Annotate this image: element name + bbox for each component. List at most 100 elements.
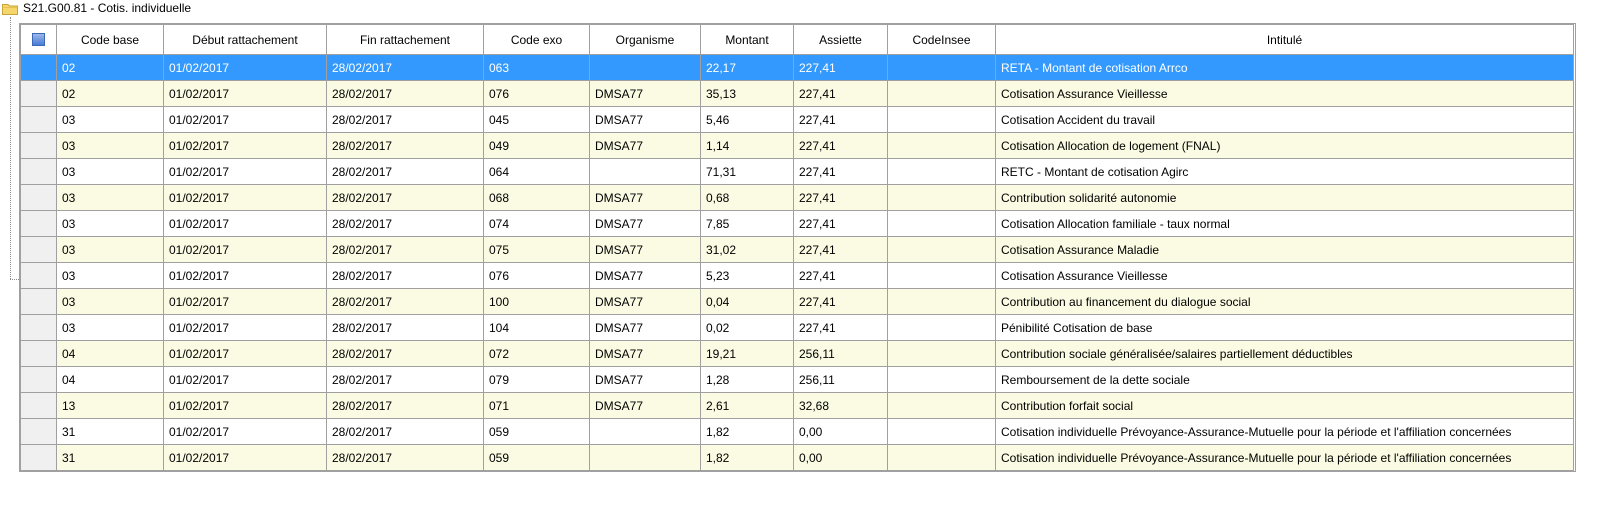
cell-code-base[interactable]: 02 — [56, 54, 164, 81]
cell-codeinsee[interactable] — [887, 262, 996, 289]
cell-debut-rattachement[interactable]: 01/02/2017 — [163, 262, 327, 289]
column-header-code-base[interactable]: Code base — [56, 24, 164, 55]
cell-intitule[interactable]: Remboursement de la dette sociale — [995, 366, 1574, 393]
cell-organisme[interactable] — [589, 418, 701, 445]
cell-codeinsee[interactable] — [887, 54, 996, 81]
cell-codeinsee[interactable] — [887, 106, 996, 133]
row-header[interactable] — [20, 106, 57, 133]
cell-debut-rattachement[interactable]: 01/02/2017 — [163, 392, 327, 419]
cell-code-base[interactable]: 31 — [56, 444, 164, 471]
cell-code-base[interactable]: 31 — [56, 418, 164, 445]
cell-montant[interactable]: 19,21 — [700, 340, 794, 367]
cell-codeinsee[interactable] — [887, 236, 996, 263]
column-header-fin-rattachement[interactable]: Fin rattachement — [326, 24, 484, 55]
cell-organisme[interactable]: DMSA77 — [589, 132, 701, 159]
cell-code-exo[interactable]: 079 — [483, 366, 590, 393]
cell-debut-rattachement[interactable]: 01/02/2017 — [163, 314, 327, 341]
cell-code-base[interactable]: 03 — [56, 236, 164, 263]
cell-code-exo[interactable]: 045 — [483, 106, 590, 133]
cell-fin-rattachement[interactable]: 28/02/2017 — [326, 210, 484, 237]
cell-assiette[interactable]: 227,41 — [793, 288, 888, 315]
cell-intitule[interactable]: Cotisation individuelle Prévoyance-Assur… — [995, 444, 1574, 471]
row-header[interactable] — [20, 340, 57, 367]
cell-fin-rattachement[interactable]: 28/02/2017 — [326, 80, 484, 107]
cell-assiette[interactable]: 227,41 — [793, 132, 888, 159]
table-row[interactable]: 03 01/02/2017 28/02/2017 064 71,31 227,41 RETC… — [20, 158, 1574, 185]
cell-assiette[interactable]: 227,41 — [793, 106, 888, 133]
cell-code-exo[interactable]: 059 — [483, 418, 590, 445]
cell-montant[interactable]: 31,02 — [700, 236, 794, 263]
cell-codeinsee[interactable] — [887, 132, 996, 159]
cell-assiette[interactable]: 227,41 — [793, 80, 888, 107]
row-header[interactable] — [20, 444, 57, 471]
cell-organisme[interactable] — [589, 444, 701, 471]
cell-assiette[interactable]: 227,41 — [793, 54, 888, 81]
cell-code-exo[interactable]: 072 — [483, 340, 590, 367]
cell-code-exo[interactable]: 076 — [483, 80, 590, 107]
cell-intitule[interactable]: Cotisation Allocation de logement (FNAL) — [995, 132, 1574, 159]
cell-organisme[interactable] — [589, 54, 701, 81]
cell-code-exo[interactable]: 063 — [483, 54, 590, 81]
table-row[interactable]: 31 01/02/2017 28/02/2017 059 1,82 0,00 Cotisat… — [20, 418, 1574, 445]
cell-code-exo[interactable]: 071 — [483, 392, 590, 419]
cell-code-base[interactable]: 02 — [56, 80, 164, 107]
cell-intitule[interactable]: RETC - Montant de cotisation Agirc — [995, 158, 1574, 185]
cell-montant[interactable]: 71,31 — [700, 158, 794, 185]
table-row[interactable]: 03 01/02/2017 28/02/2017 075 DMSA77 31,02 227,… — [20, 236, 1574, 263]
cell-montant[interactable]: 1,82 — [700, 418, 794, 445]
cell-assiette[interactable]: 227,41 — [793, 314, 888, 341]
cell-codeinsee[interactable] — [887, 288, 996, 315]
row-header[interactable] — [20, 210, 57, 237]
cell-intitule[interactable]: Contribution forfait social — [995, 392, 1574, 419]
cell-assiette[interactable]: 256,11 — [793, 340, 888, 367]
cell-code-exo[interactable]: 049 — [483, 132, 590, 159]
cell-montant[interactable]: 1,82 — [700, 444, 794, 471]
cell-code-exo[interactable]: 076 — [483, 262, 590, 289]
cell-fin-rattachement[interactable]: 28/02/2017 — [326, 132, 484, 159]
cell-assiette[interactable]: 227,41 — [793, 262, 888, 289]
table-row[interactable]: 03 01/02/2017 28/02/2017 045 DMSA77 5,46 227,4… — [20, 106, 1574, 133]
cell-montant[interactable]: 1,28 — [700, 366, 794, 393]
cell-debut-rattachement[interactable]: 01/02/2017 — [163, 80, 327, 107]
cell-code-exo[interactable]: 074 — [483, 210, 590, 237]
cell-debut-rattachement[interactable]: 01/02/2017 — [163, 184, 327, 211]
cell-fin-rattachement[interactable]: 28/02/2017 — [326, 106, 484, 133]
cell-assiette[interactable]: 227,41 — [793, 184, 888, 211]
cell-debut-rattachement[interactable]: 01/02/2017 — [163, 366, 327, 393]
cell-montant[interactable]: 5,23 — [700, 262, 794, 289]
select-all-corner[interactable] — [20, 24, 57, 55]
column-header-montant[interactable]: Montant — [700, 24, 794, 55]
column-header-intitule[interactable]: Intitulé — [995, 24, 1574, 55]
column-header-debut-rattachement[interactable]: Début rattachement — [163, 24, 327, 55]
cell-debut-rattachement[interactable]: 01/02/2017 — [163, 288, 327, 315]
row-header[interactable] — [20, 158, 57, 185]
table-row[interactable]: 03 01/02/2017 28/02/2017 104 DMSA77 0,02 227,4… — [20, 314, 1574, 341]
cell-organisme[interactable]: DMSA77 — [589, 288, 701, 315]
cell-organisme[interactable]: DMSA77 — [589, 366, 701, 393]
cell-organisme[interactable]: DMSA77 — [589, 314, 701, 341]
cell-codeinsee[interactable] — [887, 158, 996, 185]
cell-organisme[interactable]: DMSA77 — [589, 236, 701, 263]
table-row[interactable]: 03 01/02/2017 28/02/2017 049 DMSA77 1,14 227,4… — [20, 132, 1574, 159]
cell-codeinsee[interactable] — [887, 418, 996, 445]
cell-montant[interactable]: 0,68 — [700, 184, 794, 211]
cell-fin-rattachement[interactable]: 28/02/2017 — [326, 288, 484, 315]
tree-node[interactable]: S21.G00.81 - Cotis. individuelle — [2, 0, 191, 17]
cell-intitule[interactable]: Contribution sociale généralisée/salaire… — [995, 340, 1574, 367]
cell-organisme[interactable]: DMSA77 — [589, 262, 701, 289]
cell-organisme[interactable]: DMSA77 — [589, 80, 701, 107]
data-grid[interactable]: Code base Début rattachement Fin rattach… — [19, 23, 1576, 472]
cell-montant[interactable]: 22,17 — [700, 54, 794, 81]
cell-fin-rattachement[interactable]: 28/02/2017 — [326, 366, 484, 393]
cell-fin-rattachement[interactable]: 28/02/2017 — [326, 158, 484, 185]
row-header[interactable] — [20, 366, 57, 393]
table-row[interactable]: 03 01/02/2017 28/02/2017 076 DMSA77 5,23 227,4… — [20, 262, 1574, 289]
cell-code-exo[interactable]: 100 — [483, 288, 590, 315]
cell-organisme[interactable]: DMSA77 — [589, 340, 701, 367]
row-header[interactable] — [20, 314, 57, 341]
table-row[interactable]: 04 01/02/2017 28/02/2017 079 DMSA77 1,28 256,1… — [20, 366, 1574, 393]
cell-codeinsee[interactable] — [887, 80, 996, 107]
cell-debut-rattachement[interactable]: 01/02/2017 — [163, 236, 327, 263]
cell-codeinsee[interactable] — [887, 184, 996, 211]
table-row[interactable]: 02 01/02/2017 28/02/2017 063 22,17 227,41 RETA… — [20, 54, 1574, 81]
